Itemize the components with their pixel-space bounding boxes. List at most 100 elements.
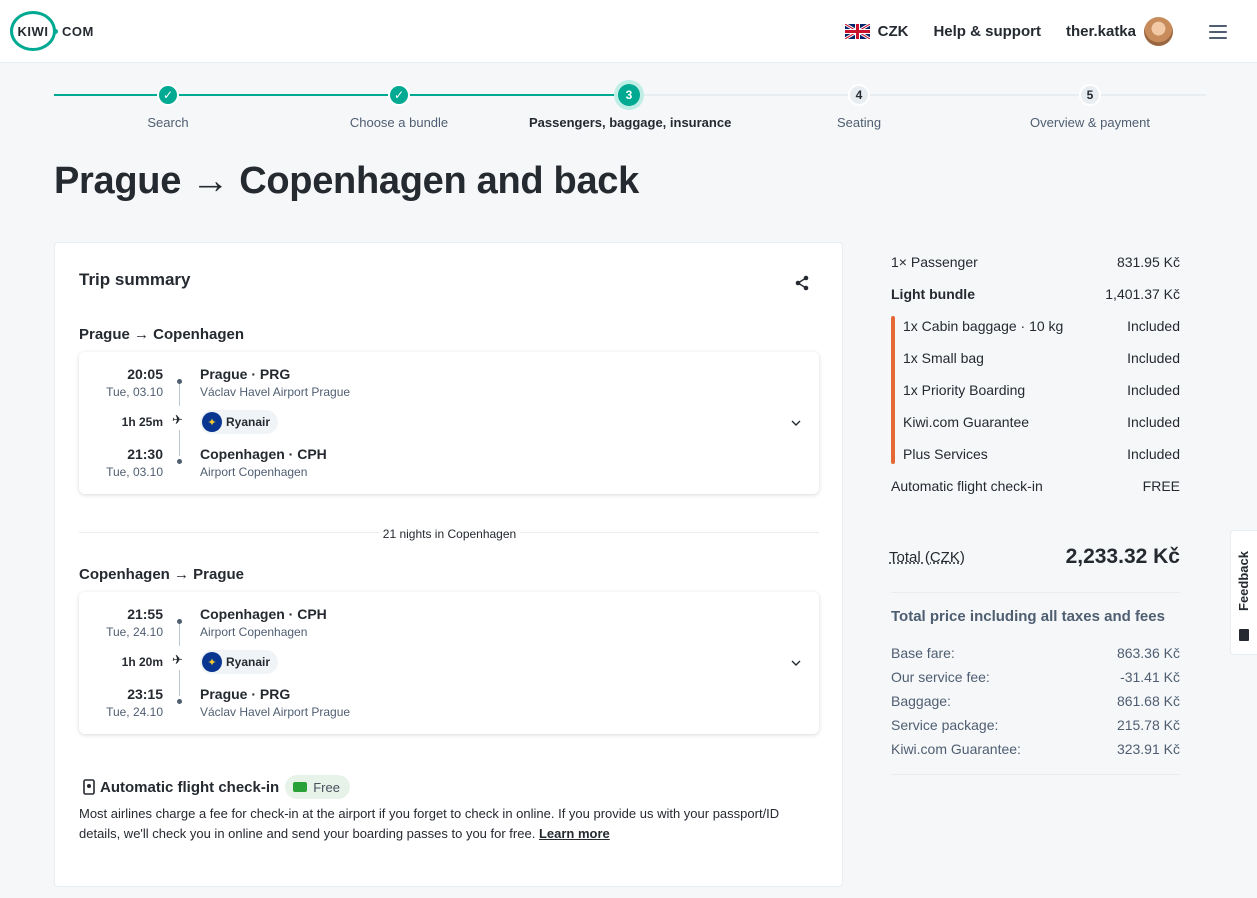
ryanair-logo-icon: ✦ (202, 412, 222, 432)
summary-label: Light bundle (891, 286, 975, 302)
breakdown-label: Baggage: (891, 693, 951, 709)
total-value: 2,233.32 Kč (1065, 545, 1180, 568)
user-name[interactable]: ther.katka (1066, 23, 1136, 40)
breakdown-value: 323.91 Kč (1116, 741, 1180, 757)
breakdown-row: Our service fee: -31.41 Kč (891, 669, 1180, 685)
feedback-label: Feedback (1236, 551, 1251, 611)
breakdown-row: Base fare: 863.36 Kč (891, 645, 1180, 661)
kiwi-logo[interactable]: KIWI COM (10, 11, 94, 51)
step-number: 3 (618, 84, 640, 106)
share-icon[interactable] (794, 275, 810, 291)
inbound-segment[interactable]: 21:55 Tue, 24.10 ✈ 1h 20m Copenhagen · C… (79, 592, 819, 734)
timeline-dot (177, 459, 182, 464)
outbound-heading: Prague → Copenhagen (79, 326, 245, 343)
timeline-line (179, 384, 180, 406)
carrier-name: Ryanair (226, 415, 271, 429)
summary-label: Automatic flight check-in (891, 478, 1043, 494)
currency-selector[interactable]: CZK (878, 23, 909, 40)
auto-checkin-heading: Automatic flight check-in Free (83, 775, 350, 799)
plane-icon: ✈ (172, 652, 183, 667)
plane-icon: ✈ (172, 412, 183, 427)
breakdown-label: Kiwi.com Guarantee: (891, 741, 1021, 757)
summary-item-row: 1x Small bag Included (903, 350, 1180, 366)
breakdown-row: Service package: 215.78 Kč (891, 717, 1180, 733)
summary-value: Included (1127, 446, 1180, 462)
summary-item-row: 1x Priority Boarding Included (903, 382, 1180, 398)
breakdown-value: 215.78 Kč (1116, 717, 1180, 733)
breakdown-value: 863.36 Kč (1116, 645, 1180, 661)
uk-flag-icon[interactable] (844, 24, 870, 39)
summary-passenger-row: 1× Passenger 831.95 Kč (891, 254, 1180, 270)
nights-label: 21 nights in Copenhagen (55, 525, 844, 543)
check-icon: ✓ (157, 84, 179, 106)
timeline-dot (177, 699, 182, 704)
breakdown-row: Kiwi.com Guarantee: 323.91 Kč (891, 741, 1180, 757)
summary-value: Included (1127, 350, 1180, 366)
departure-airport: Airport Copenhagen (200, 625, 308, 639)
auto-checkin-text: Most airlines charge a fee for check-in … (79, 806, 780, 841)
avatar[interactable] (1144, 17, 1173, 46)
inbound-heading: Copenhagen → Prague (79, 566, 245, 583)
auto-checkin-description: Most airlines charge a fee for check-in … (79, 804, 819, 844)
summary-label: Plus Services (903, 446, 988, 462)
carrier-badge: ✦ Ryanair (200, 650, 279, 674)
help-support-link[interactable]: Help & support (933, 23, 1041, 40)
summary-label: 1x Small bag (903, 350, 984, 366)
step-passengers[interactable]: 3 Passengers, baggage, insurance (529, 84, 732, 130)
ryanair-logo-icon: ✦ (202, 652, 222, 672)
timeline-line (179, 430, 180, 456)
chevron-down-icon[interactable] (791, 658, 801, 668)
booking-progress: ✓ Search ✓ Choose a bundle 3 Passengers,… (54, 84, 1206, 134)
departure-airport: Václav Havel Airport Prague (200, 385, 351, 399)
chevron-down-icon[interactable] (791, 418, 801, 428)
learn-more-link[interactable]: Learn more (539, 826, 610, 841)
step-label: Search (147, 115, 189, 130)
summary-bundle-row: Light bundle 1,401.37 Kč (891, 286, 1180, 302)
breakdown-value: -31.41 Kč (1120, 669, 1180, 685)
step-label: Passengers, baggage, insurance (529, 115, 732, 130)
summary-label: 1× Passenger (891, 254, 978, 270)
summary-checkin-row: Automatic flight check-in FREE (891, 478, 1180, 494)
summary-item-row: Kiwi.com Guarantee Included (903, 414, 1180, 430)
step-choose-bundle[interactable]: ✓ Choose a bundle (299, 84, 499, 130)
departure-time: 20:05 (127, 366, 163, 382)
departure-place: Prague · PRG (200, 366, 291, 382)
nights-text: 21 nights in Copenhagen (378, 527, 521, 541)
card-title: Trip summary (79, 270, 191, 289)
departure-time: 21:55 (127, 606, 163, 622)
arrival-time: 21:30 (127, 446, 163, 462)
summary-value: Included (1127, 382, 1180, 398)
summary-divider (891, 592, 1180, 593)
timeline-line (179, 624, 180, 646)
feedback-tab[interactable]: Feedback (1230, 530, 1257, 655)
logo-mark: KIWI (10, 11, 56, 51)
arrival-place: Prague · PRG (200, 686, 291, 702)
summary-value: Included (1127, 414, 1180, 430)
logo-text: KIWI (17, 23, 49, 39)
breakdown-label: Our service fee: (891, 669, 990, 685)
departure-date: Tue, 24.10 (106, 625, 163, 639)
free-badge: Free (285, 775, 350, 799)
outbound-segment[interactable]: 20:05 Tue, 03.10 ✈ 1h 25m Prague · PRG V… (79, 352, 819, 494)
breakdown-row: Baggage: 861.68 Kč (891, 693, 1180, 709)
step-search[interactable]: ✓ Search (68, 84, 268, 130)
logo-com-text: COM (62, 23, 94, 39)
total-label[interactable]: Total (CZK) (889, 549, 965, 566)
summary-value: Included (1127, 318, 1180, 334)
flight-duration: 1h 20m (121, 655, 163, 669)
hamburger-menu-icon[interactable] (1209, 24, 1227, 39)
step-label: Overview & payment (1030, 115, 1150, 130)
departure-place: Copenhagen · CPH (200, 606, 327, 622)
step-number: 5 (1079, 84, 1101, 106)
breakdown-value: 861.68 Kč (1116, 693, 1180, 709)
summary-value: FREE (1142, 478, 1180, 494)
logo-dot (53, 28, 58, 34)
step-label: Seating (836, 115, 882, 130)
taxes-title: Total price including all taxes and fees (891, 608, 1165, 625)
timeline-line (179, 670, 180, 696)
summary-item-row: 1x Cabin baggage · 10 kg Included (903, 318, 1180, 334)
departure-date: Tue, 03.10 (106, 385, 163, 399)
arrival-date: Tue, 24.10 (106, 705, 163, 719)
flight-duration: 1h 25m (121, 415, 163, 429)
arrival-time: 23:15 (127, 686, 163, 702)
